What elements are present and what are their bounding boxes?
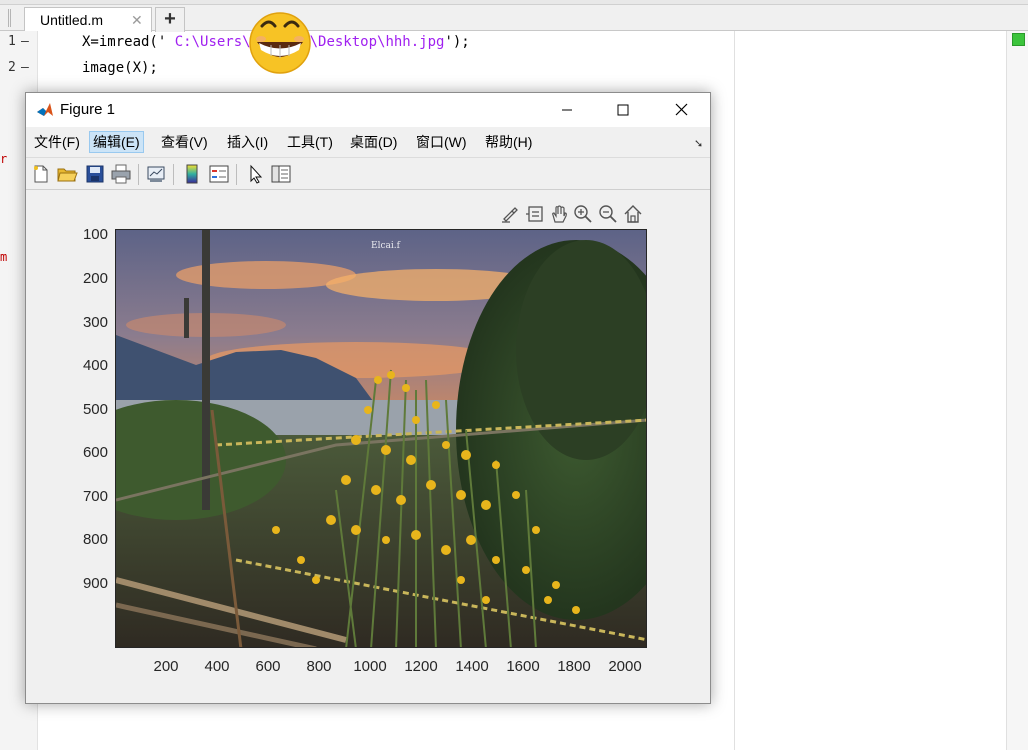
editor-tab-bar: Untitled.m ✕ + (0, 5, 1028, 32)
y-tick-label: 800 (82, 531, 108, 548)
toolbar-separator (236, 164, 237, 185)
figure-menu-bar: 文件(F) 编辑(E) 查看(V) 插入(I) 工具(T) 桌面(D) 窗口(W… (26, 127, 710, 157)
save-icon[interactable] (84, 163, 106, 185)
editor-tab-untitled[interactable]: Untitled.m ✕ (24, 7, 152, 32)
property-inspector-icon[interactable] (270, 163, 292, 185)
matlab-desktop: Untitled.m ✕ + 1 — 2 — r m X=imread(' C:… (0, 0, 1028, 750)
menu-file[interactable]: 文件(F) (31, 131, 83, 153)
y-tick-label: 400 (82, 357, 108, 374)
grinning-emoji-icon (249, 12, 311, 74)
line-number-2: 2 (8, 60, 16, 75)
y-tick-label: 100 (82, 226, 108, 243)
photo-image: Elcai.f (116, 230, 646, 647)
open-file-icon[interactable] (56, 163, 78, 185)
menu-insert[interactable]: 插入(I) (224, 131, 271, 153)
toolbar-separator (138, 164, 139, 185)
gutter-marker: m (0, 250, 8, 264)
zoom-out-icon[interactable] (598, 204, 618, 224)
colorbar-icon[interactable] (181, 163, 203, 185)
menu-window[interactable]: 窗口(W) (413, 131, 470, 153)
figure-title: Figure 1 (60, 101, 116, 118)
editor-scrollbar[interactable] (1006, 31, 1028, 750)
legend-icon[interactable] (208, 163, 230, 185)
menu-help[interactable]: 帮助(H) (482, 131, 535, 153)
link-plot-icon[interactable] (145, 163, 167, 185)
print-icon[interactable] (110, 163, 132, 185)
toolbar-separator (173, 164, 174, 185)
svg-text:Elcai.f: Elcai.f (371, 241, 401, 251)
figure-canvas: Elcai.f 100 200 300 400 500 600 700 800 … (26, 190, 710, 703)
code-text: X=imread(' (82, 34, 167, 50)
figure-toolbar (26, 157, 710, 190)
tab-label: Untitled.m (40, 12, 104, 28)
y-tick-label: 200 (82, 270, 108, 287)
menu-edit[interactable]: 编辑(E) (89, 131, 144, 153)
tab-grip-handle[interactable] (8, 9, 11, 27)
breakpoint-marker[interactable]: — (21, 34, 29, 49)
zoom-in-icon[interactable] (573, 204, 593, 224)
matlab-logo-icon (37, 103, 53, 116)
figure-window: Figure 1 文件(F) 编辑(E) 查看(V) 插入(I) 工具(T) 桌… (25, 92, 711, 704)
maximize-button[interactable] (600, 93, 646, 127)
new-figure-icon[interactable] (30, 163, 52, 185)
tab-close-icon[interactable]: ✕ (131, 12, 143, 29)
code-analyzer-status-icon[interactable] (1012, 33, 1025, 46)
close-button[interactable] (659, 93, 705, 127)
brush-icon[interactable] (500, 204, 520, 224)
y-tick-label: 700 (82, 488, 108, 505)
minimize-button[interactable] (544, 93, 590, 127)
home-icon[interactable] (623, 204, 643, 224)
code-line-2[interactable]: image(X); (82, 60, 158, 76)
breakpoint-marker[interactable]: — (21, 60, 29, 75)
y-tick-label: 500 (82, 401, 108, 418)
x-tick-label: 2000 (608, 658, 642, 675)
dock-arrow-icon[interactable]: ➘ (694, 137, 703, 150)
new-tab-button[interactable]: + (155, 7, 185, 32)
y-tick-label: 900 (82, 575, 108, 592)
y-tick-label: 300 (82, 314, 108, 331)
menu-tools[interactable]: 工具(T) (284, 131, 336, 153)
pointer-icon[interactable] (244, 163, 266, 185)
line-number-1: 1 (8, 34, 16, 49)
y-tick-label: 600 (82, 444, 108, 461)
data-tips-icon[interactable] (525, 204, 545, 224)
menu-desktop[interactable]: 桌面(D) (347, 131, 400, 153)
gutter-marker: r (0, 152, 8, 166)
image-axes[interactable]: Elcai.f (115, 229, 647, 648)
menu-view[interactable]: 查看(V) (158, 131, 211, 153)
right-margin-line (734, 31, 735, 750)
code-text: '); (444, 34, 470, 50)
figure-title-bar[interactable]: Figure 1 (26, 93, 710, 127)
pan-icon[interactable] (549, 204, 569, 224)
